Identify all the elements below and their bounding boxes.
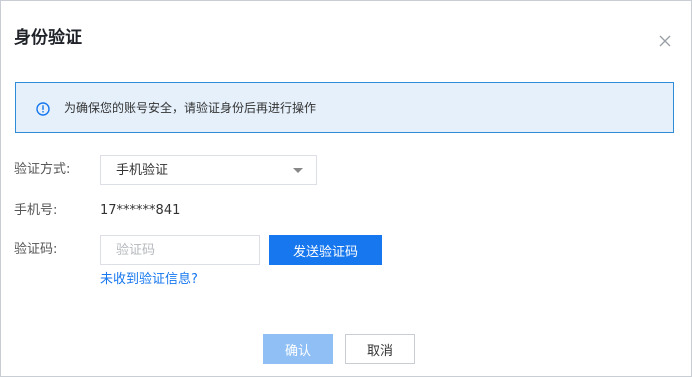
confirm-button[interactable]: 确认 xyxy=(263,334,333,364)
cancel-button[interactable]: 取消 xyxy=(345,334,415,364)
security-notice: 为确保您的账号安全，请验证身份后再进行操作 xyxy=(15,82,674,133)
info-circle-icon xyxy=(36,101,50,116)
phone-number: 17******841 xyxy=(100,203,181,218)
code-not-received-link[interactable]: 未收到验证信息? xyxy=(100,271,198,289)
dialog-title: 身份验证 xyxy=(14,28,82,48)
close-icon[interactable] xyxy=(657,33,673,49)
select-value: 手机验证 xyxy=(116,163,169,178)
send-code-button[interactable]: 发送验证码 xyxy=(269,235,382,265)
caret-down-icon xyxy=(293,168,303,173)
verification-method-select[interactable]: 手机验证 xyxy=(100,155,317,185)
verification-code-input[interactable] xyxy=(100,235,260,265)
code-label: 验证码: xyxy=(14,242,58,257)
identity-verification-dialog: 身份验证 为确保您的账号安全，请验证身份后再进行操作 验证方式: 手机验证 手机… xyxy=(0,0,692,377)
notice-text: 为确保您的账号安全，请验证身份后再进行操作 xyxy=(64,101,317,115)
phone-label: 手机号: xyxy=(14,203,58,218)
method-label: 验证方式: xyxy=(14,162,71,177)
